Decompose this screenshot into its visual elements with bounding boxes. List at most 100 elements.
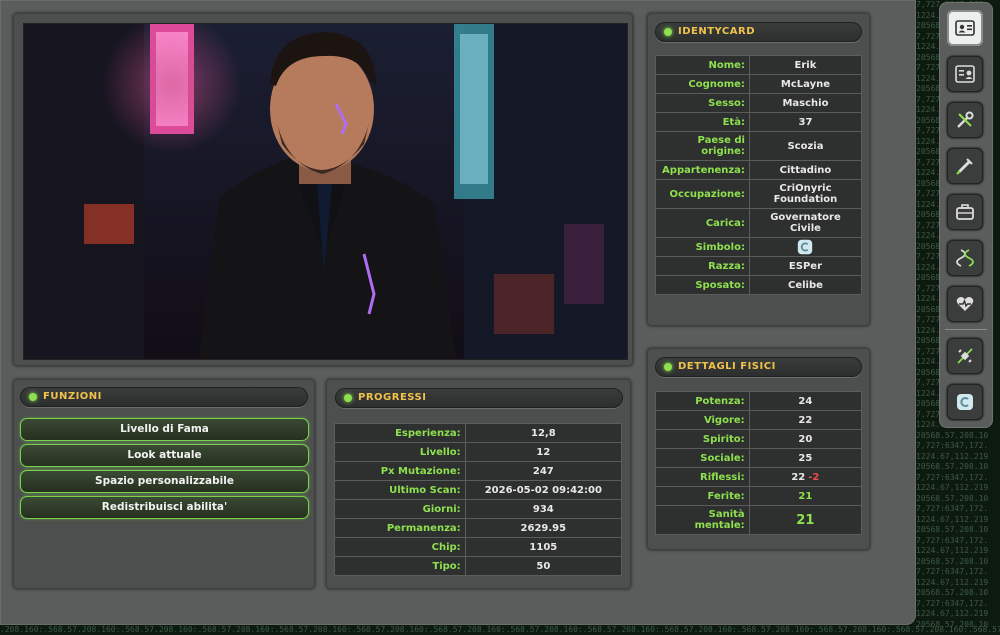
- progress-panel: PROGRESSI Esperienza: 12,8 Livello: 12 Px Mu…: [326, 379, 631, 589]
- heart-pulse-icon: [956, 297, 974, 311]
- symbol-icon: [957, 394, 973, 410]
- matrix-line: 1224.67,112.219: [916, 577, 989, 587]
- matrix-line: 1224.67,112.219: [916, 609, 989, 618]
- sidebar-tools-button[interactable]: [947, 102, 983, 138]
- portrait-frame: [13, 13, 633, 366]
- satellite-icon: [957, 348, 973, 364]
- dna-icon: [956, 249, 974, 267]
- value-text: 934: [532, 503, 554, 515]
- value-text: Cittadino: [779, 164, 832, 176]
- matrix-line: 7,727:6347,172.: [916, 441, 989, 450]
- table-row: Paese di origine: Scozia: [655, 131, 863, 161]
- table-row: Permanenza: 2629.95: [334, 518, 623, 538]
- matrix-line: 7,727:6347,172.: [916, 504, 989, 513]
- table-row: Simbolo:: [655, 237, 863, 257]
- row-label: Simbolo:: [655, 237, 750, 257]
- syringe-icon: [956, 158, 973, 175]
- value-text: Celibe: [788, 279, 823, 291]
- sidebar-health-button[interactable]: [947, 286, 983, 322]
- table-row: Carica: Governatore Civile: [655, 208, 863, 238]
- row-value: Cittadino: [748, 160, 863, 180]
- sidebar-symbol-button[interactable]: [947, 384, 983, 420]
- row-value: 37: [748, 112, 863, 132]
- sidebar-briefcase-button[interactable]: [947, 194, 983, 230]
- value-text: Maschio: [782, 97, 829, 109]
- row-label: Px Mutazione:: [334, 461, 466, 481]
- row-value: 2026-05-02 09:42:00: [464, 480, 623, 500]
- physical-details-title: DETTAGLI FISICI: [655, 357, 862, 377]
- sidebar-syringe-button[interactable]: [947, 148, 983, 184]
- progress-title: PROGRESSI: [335, 388, 623, 408]
- row-value: 21: [748, 505, 863, 535]
- status-dot-icon: [664, 363, 672, 371]
- row-value: 25: [748, 448, 863, 468]
- row-label: Paese di origine:: [655, 131, 750, 161]
- row-label: Sociale:: [655, 448, 750, 468]
- briefcase-icon: [956, 204, 974, 220]
- sidebar-dna-button[interactable]: [947, 240, 983, 276]
- row-value: 934: [464, 499, 623, 519]
- row-value: Celibe: [748, 275, 863, 295]
- fame-level-button[interactable]: Livello di Fama: [20, 418, 309, 441]
- value-text: ESPer: [788, 260, 822, 272]
- row-label: Sposato:: [655, 275, 750, 295]
- value-text: 22: [798, 414, 813, 426]
- row-value: Scozia: [748, 131, 863, 161]
- identity-card-panel: IDENTYCARD Nome: Erik Cognome: McLayne Sesso…: [647, 13, 870, 326]
- sidebar: [939, 2, 993, 428]
- table-row: Chip: 1105: [334, 537, 623, 557]
- current-look-button[interactable]: Look attuale: [20, 444, 309, 467]
- row-label: Carica:: [655, 208, 750, 238]
- sidebar-badge-button[interactable]: [947, 56, 983, 92]
- table-row: Px Mutazione: 247: [334, 461, 623, 481]
- matrix-line: 1224.67,112.219: [916, 451, 989, 461]
- row-label: Sanità mentale:: [655, 505, 750, 535]
- main-panel: IDENTYCARD Nome: Erik Cognome: McLayne Sesso…: [0, 0, 916, 625]
- row-value: 1105: [464, 537, 623, 557]
- matrix-line: 1224.67,112.219: [916, 546, 989, 555]
- row-value: Erik: [748, 55, 863, 75]
- row-label: Riflessi:: [655, 467, 750, 487]
- redistribute-abilities-button[interactable]: Redistribuisci abilita': [20, 496, 309, 519]
- value-text: 21: [796, 512, 815, 528]
- table-row: Esperienza: 12,8: [334, 423, 623, 443]
- row-value: 2629.95: [464, 518, 623, 538]
- physical-table: Potenza: 24 Vigore: 22 Spirito: 20 Sociale: 25 R…: [655, 391, 863, 535]
- table-row: Sposato: Celibe: [655, 275, 863, 295]
- row-value: 12,8: [464, 423, 623, 443]
- row-value: 22 -2: [748, 467, 863, 487]
- row-value: 21: [748, 486, 863, 506]
- row-value: [748, 237, 863, 257]
- matrix-line: 7,727:6347,172.: [916, 598, 989, 608]
- table-row: Spirito: 20: [655, 429, 863, 449]
- custom-space-button[interactable]: Spazio personalizzabile: [20, 470, 309, 493]
- row-value: 50: [464, 556, 623, 576]
- value-text: CriOnyric Foundation: [773, 183, 838, 205]
- table-row: Ferite: 21: [655, 486, 863, 506]
- table-row: Razza: ESPer: [655, 256, 863, 276]
- row-value: ESPer: [748, 256, 863, 276]
- progress-title-text: PROGRESSI: [358, 392, 427, 403]
- table-row: Età: 37: [655, 112, 863, 132]
- table-row: Tipo: 50: [334, 556, 623, 576]
- sidebar-divider: [945, 329, 987, 330]
- row-value: 20: [748, 429, 863, 449]
- row-label: Spirito:: [655, 429, 750, 449]
- value-text: 1105: [529, 541, 558, 553]
- row-label: Vigore:: [655, 410, 750, 430]
- matrix-line: 20568.57.208.10: [916, 588, 989, 597]
- row-label: Ultimo Scan:: [334, 480, 466, 500]
- sidebar-id-card-button[interactable]: [947, 10, 983, 46]
- row-label: Potenza:: [655, 391, 750, 411]
- sidebar-satellite-button[interactable]: [947, 338, 983, 374]
- table-row: Livello: 12: [334, 442, 623, 462]
- value-text: 24: [798, 395, 813, 407]
- value-text: Erik: [794, 59, 817, 71]
- row-value: 12: [464, 442, 623, 462]
- row-value: Maschio: [748, 93, 863, 113]
- table-row: Sociale: 25: [655, 448, 863, 468]
- table-row: Riflessi: 22 -2: [655, 467, 863, 487]
- value-text: Scozia: [787, 140, 824, 152]
- row-value: CriOnyric Foundation: [748, 179, 863, 209]
- tools-icon: [957, 111, 974, 128]
